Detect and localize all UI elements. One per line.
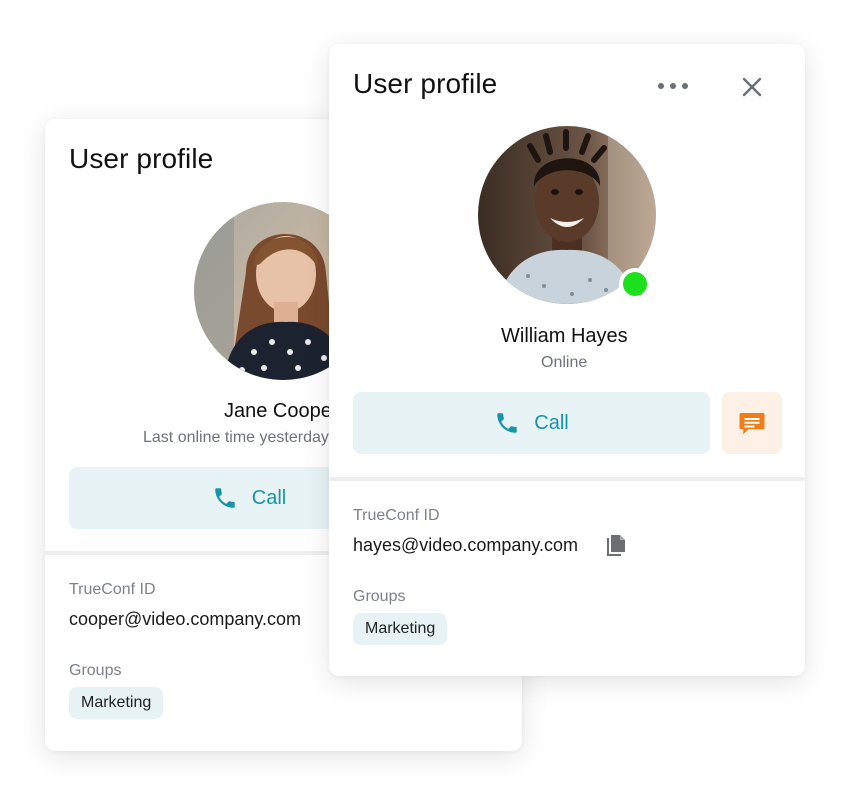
section-divider [329,477,805,481]
user-name: Jane Cooper [224,400,339,422]
call-label: Call [251,486,287,509]
call-button[interactable]: Call [353,392,710,454]
copy-icon[interactable] [603,532,629,560]
groups-label: Groups [69,662,122,679]
chat-button[interactable] [722,392,782,454]
more-dots-icon[interactable] [653,70,693,102]
user-status: Online [541,354,588,371]
trueconf-id-value: cooper@video.company.com [69,609,302,629]
profile-card-william: User profile William Hayes Online Call T… [329,44,805,676]
trueconf-id-label: TrueConf ID [69,581,156,598]
phone-icon [215,488,235,508]
call-label: Call [534,411,569,434]
online-status-indicator [619,268,651,300]
trueconf-id-value: hayes@video.company.com [353,535,579,555]
phone-icon [497,413,518,433]
chat-icon [739,413,765,435]
close-icon[interactable] [735,70,769,104]
stage: User profile Jane Cooper Last online tim… [0,0,852,800]
user-status: Last online time yesterday [143,429,329,446]
card-title: User profile [69,143,214,174]
trueconf-id-label: TrueConf ID [353,507,440,524]
user-name: William Hayes [501,325,628,347]
group-chip[interactable]: Marketing [353,613,448,645]
group-chip[interactable]: Marketing [69,687,164,719]
groups-label: Groups [353,588,406,605]
card-title: User profile [353,68,498,99]
